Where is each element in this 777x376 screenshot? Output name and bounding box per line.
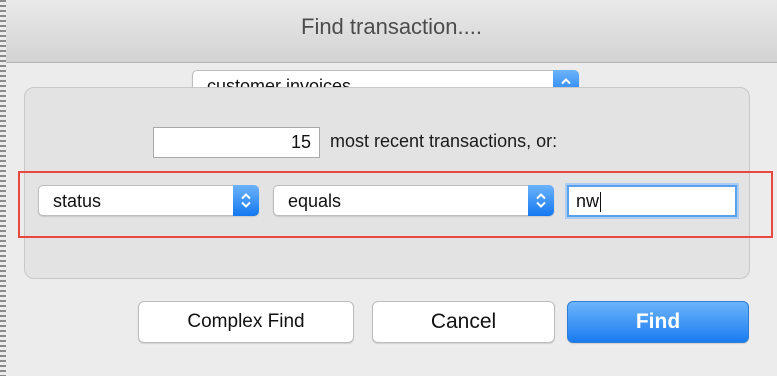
up-down-arrows-icon bbox=[528, 185, 554, 216]
operator-popup[interactable]: equals bbox=[273, 185, 554, 216]
title-bar: Find transaction.... bbox=[6, 0, 777, 63]
window-title: Find transaction.... bbox=[301, 14, 482, 39]
cancel-button[interactable]: Cancel bbox=[372, 301, 555, 343]
field-popup[interactable]: status bbox=[38, 185, 259, 216]
complex-find-button[interactable]: Complex Find bbox=[138, 301, 354, 343]
operator-popup-label: equals bbox=[288, 191, 342, 211]
up-down-arrows-icon bbox=[233, 185, 259, 216]
criteria-value-text: nw bbox=[576, 191, 600, 211]
recent-count-field[interactable]: 15 bbox=[153, 127, 320, 158]
field-popup-label: status bbox=[53, 191, 102, 211]
text-cursor bbox=[600, 192, 602, 213]
criteria-value-input[interactable]: nw bbox=[567, 185, 737, 217]
find-button[interactable]: Find bbox=[567, 301, 749, 343]
recent-transactions-label: most recent transactions, or: bbox=[330, 131, 558, 151]
